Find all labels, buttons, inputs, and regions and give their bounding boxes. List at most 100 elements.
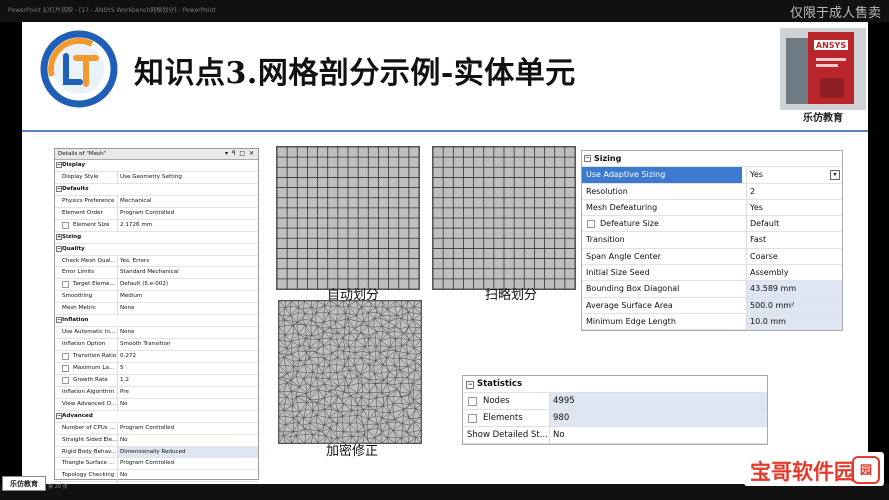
detail-row-check-mesh-qual[interactable]: Check Mesh Qual... Yes, Errors [55, 255, 258, 268]
detail-row-use-automatic-in[interactable]: Use Automatic In... None [55, 327, 258, 340]
detail-value[interactable]: 2.1726 mm [117, 219, 258, 231]
detail-row-inflation[interactable]: − Inflation [55, 315, 258, 328]
mesh-edge [357, 404, 364, 410]
parameter-checkbox[interactable] [62, 376, 69, 384]
detail-row-error-limits[interactable]: Error Limits Standard Mechanical [55, 267, 258, 280]
detail-value[interactable]: 0.272 [117, 351, 258, 362]
detail-value[interactable]: Program Controlled [117, 422, 258, 434]
sizing-row-bounding-box-diagonal[interactable]: Bounding Box Diagonal 43.589 mm [582, 281, 842, 298]
stats-value[interactable]: 980 [549, 410, 767, 426]
detail-row-display[interactable]: − Display [55, 160, 258, 172]
detail-row-transition-ratio[interactable]: Transition Ratio 0.272 [55, 351, 258, 363]
parameter-checkbox[interactable] [62, 364, 69, 372]
sizing-row-resolution[interactable]: Resolution 2 [582, 183, 842, 200]
stats-value[interactable]: No [549, 427, 767, 443]
detail-value[interactable]: 1.2 [117, 374, 258, 386]
stats-row-nodes[interactable]: Nodes 4995 [463, 393, 767, 410]
mesh-edge [381, 406, 384, 413]
sizing-row-use-adaptive-sizing[interactable]: Use Adaptive Sizing Yes ▾ [582, 167, 842, 184]
detail-row-triangle-surface[interactable]: Triangle Surface ... Program Controlled [55, 458, 258, 471]
detail-row-view-advanced-o[interactable]: View Advanced O... No [55, 398, 258, 411]
mesh-edge [373, 318, 375, 328]
detail-row-smoothing[interactable]: Smoothing Medium [55, 291, 258, 304]
parameter-checkbox[interactable] [587, 220, 595, 229]
parameter-checkbox[interactable] [468, 397, 477, 406]
sizing-value[interactable]: Coarse [746, 248, 842, 265]
detail-value[interactable]: Program Controlled [117, 458, 258, 470]
detail-row-rigid-body-behav[interactable]: Rigid Body Behav... Dimensionally Reduced [55, 446, 258, 459]
collapse-toggle-icon[interactable]: − [584, 155, 591, 162]
detail-row-advanced[interactable]: − Advanced [55, 410, 258, 423]
detail-row-element-order[interactable]: Element Order Program Controlled [55, 207, 258, 220]
detail-value[interactable]: 5 [117, 362, 258, 374]
detail-row-quality[interactable]: − Quality [55, 243, 258, 256]
sizing-label: Minimum Edge Length [586, 316, 676, 326]
sizing-row-initial-size-seed[interactable]: Initial Size Seed Assembly [582, 265, 842, 282]
detail-value[interactable]: Mechanical [117, 195, 258, 207]
dropdown-arrow-icon[interactable]: ▾ [830, 170, 840, 181]
detail-value[interactable]: None [117, 303, 258, 315]
sizing-value[interactable]: Yes [746, 199, 842, 216]
sizing-row-span-angle-center[interactable]: Span Angle Center Coarse [582, 248, 842, 266]
detail-row-mesh-metric[interactable]: Mesh Metric None [55, 303, 258, 316]
mesh-edge [283, 403, 286, 410]
detail-row-maximum-la[interactable]: Maximum La... 5 [55, 362, 258, 375]
detail-row-inflation-algorithm[interactable]: Inflation Algorithm Pre [55, 386, 258, 399]
sizing-value[interactable]: Fast [746, 232, 842, 248]
detail-value[interactable]: Pre [117, 386, 258, 398]
sizing-row-minimum-edge-length[interactable]: Minimum Edge Length 10.0 mm [582, 313, 842, 331]
stats-row-elements[interactable]: Elements 980 [463, 410, 767, 427]
stats-row-show-detailed-st[interactable]: Show Detailed St... No [463, 427, 767, 444]
detail-value[interactable]: Standard Mechanical [117, 267, 258, 279]
sizing-row-average-surface-area[interactable]: Average Surface Area 500.0 mm² [582, 297, 842, 314]
mesh-edge [342, 422, 344, 432]
collapse-toggle-icon[interactable]: − [466, 381, 474, 389]
detail-value[interactable]: None [117, 327, 258, 339]
panel-window-controls[interactable]: ▾ ꟼ □ ✕ [225, 150, 255, 157]
detail-row-inflation-option[interactable]: Inflation Option Smooth Transition [55, 339, 258, 351]
detail-row-number-of-cpus[interactable]: Number of CPUs ... Program Controlled [55, 422, 258, 435]
sizing-value[interactable]: Default [746, 216, 842, 232]
detail-value[interactable]: Dimensionally Reduced [117, 446, 258, 458]
mesh-edge [316, 305, 325, 309]
detail-value[interactable]: Default (5.e-002) [117, 279, 258, 291]
sizing-value[interactable]: 500.0 mm² [746, 297, 842, 313]
detail-row-sizing[interactable]: + Sizing [55, 231, 258, 244]
detail-row-physics-preference[interactable]: Physics Preference Mechanical [55, 195, 258, 208]
sizing-row-defeature-size[interactable]: Defeature Size Default [582, 216, 842, 233]
detail-label: Mesh Metric [62, 305, 96, 312]
mesh-edge [380, 434, 388, 438]
parameter-checkbox[interactable] [62, 353, 69, 360]
sizing-value[interactable]: Yes [746, 167, 842, 183]
sizing-value[interactable]: 2 [746, 183, 842, 199]
detail-row-topology-checking[interactable]: Topology Checking No [55, 470, 258, 483]
stats-row-statistics[interactable]: − Statistics [463, 376, 767, 393]
sizing-value[interactable]: 43.589 mm [746, 281, 842, 297]
sizing-value[interactable]: Assembly [746, 265, 842, 281]
sizing-row-transition[interactable]: Transition Fast [582, 232, 842, 249]
mesh-edge [360, 357, 365, 364]
detail-value[interactable]: Yes, Errors [117, 255, 258, 267]
parameter-checkbox[interactable] [62, 281, 69, 289]
detail-value[interactable]: Smooth Transition [117, 339, 258, 350]
detail-value[interactable]: No [117, 470, 258, 482]
detail-row-target-eleme[interactable]: Target Eleme... Default (5.e-002) [55, 279, 258, 292]
stats-value[interactable]: 4995 [549, 393, 767, 409]
detail-row-element-size[interactable]: Element Size 2.1726 mm [55, 219, 258, 232]
detail-value[interactable]: Program Controlled [117, 207, 258, 219]
detail-value[interactable]: Medium [117, 291, 258, 303]
detail-row-defaults[interactable]: − Defaults [55, 183, 258, 196]
mesh-edge [413, 339, 421, 349]
detail-value[interactable]: Use Geometry Setting [117, 171, 258, 183]
mesh-edge [285, 365, 294, 367]
sizing-row-mesh-defeaturing[interactable]: Mesh Defeaturing Yes [582, 199, 842, 217]
detail-value[interactable]: No [117, 434, 258, 446]
parameter-checkbox[interactable] [468, 414, 477, 423]
sizing-row-sizing[interactable]: − Sizing [582, 151, 842, 168]
detail-value[interactable]: No [117, 398, 258, 410]
detail-row-straight-sided-ele[interactable]: Straight Sided Ele... No [55, 434, 258, 447]
detail-row-display-style[interactable]: Display Style Use Geometry Setting [55, 171, 258, 184]
parameter-checkbox[interactable] [62, 221, 69, 229]
detail-row-growth-rate[interactable]: Growth Rate 1.2 [55, 374, 258, 387]
sizing-value[interactable]: 10.0 mm [746, 313, 842, 330]
